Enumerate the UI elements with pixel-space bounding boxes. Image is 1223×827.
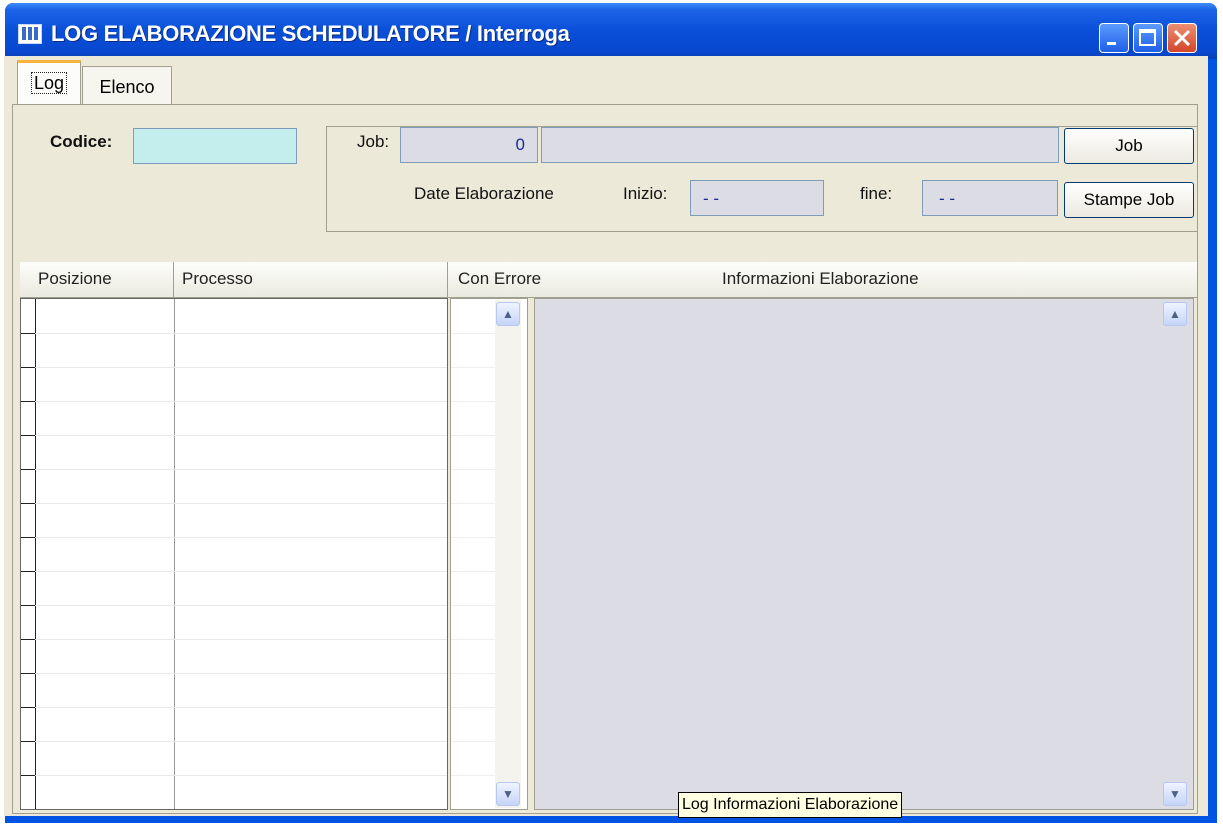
row-marker xyxy=(21,469,35,470)
error-row-line xyxy=(451,605,495,606)
column-header-processo[interactable]: Processo xyxy=(174,262,448,298)
row-marker xyxy=(21,401,35,402)
grid-row-line xyxy=(35,571,447,572)
informazioni-elaborazione-text[interactable] xyxy=(534,298,1194,810)
error-row-line xyxy=(451,333,495,334)
grid-row-line xyxy=(35,333,447,334)
codice-input[interactable] xyxy=(133,128,297,164)
tab-elenco-label: Elenco xyxy=(99,77,155,97)
minimize-button[interactable] xyxy=(1099,23,1129,53)
grid-row-line xyxy=(35,741,447,742)
error-row-line xyxy=(451,775,495,776)
row-marker xyxy=(21,503,35,504)
grid-row-line xyxy=(35,367,447,368)
process-grid[interactable] xyxy=(20,298,448,810)
row-marker xyxy=(21,333,35,334)
row-marker xyxy=(21,605,35,606)
inizio-date-field: - - xyxy=(690,180,824,216)
error-row-line xyxy=(451,707,495,708)
window-title: LOG ELABORAZIONE SCHEDULATORE / Interrog… xyxy=(51,21,570,46)
scroll-up-icon[interactable]: ▲ xyxy=(496,302,520,326)
scroll-down-icon[interactable]: ▼ xyxy=(496,782,520,806)
grid-row-line xyxy=(35,469,447,470)
grid-row-line xyxy=(35,537,447,538)
tooltip: Log Informazioni Elaborazione xyxy=(678,792,903,818)
error-row-line xyxy=(451,673,495,674)
maximize-button[interactable] xyxy=(1133,23,1163,53)
minimize-icon xyxy=(1107,42,1116,45)
row-marker xyxy=(21,707,35,708)
title-bar[interactable]: LOG ELABORAZIONE SCHEDULATORE / Interrog… xyxy=(5,3,1217,59)
close-button[interactable] xyxy=(1167,23,1197,53)
error-row-line xyxy=(451,469,495,470)
error-row-line xyxy=(451,571,495,572)
grid-row-line xyxy=(35,503,447,504)
maximize-icon xyxy=(1139,29,1156,46)
info-scrollbar[interactable]: ▲ ▼ xyxy=(1162,300,1188,808)
grid-row-line xyxy=(35,775,447,776)
row-marker xyxy=(21,367,35,368)
job-number-field: 0 xyxy=(400,127,538,163)
tab-log[interactable]: Log xyxy=(17,60,81,104)
grid-row-line xyxy=(35,639,447,640)
stampe-job-button-label: Stampe Job xyxy=(1083,190,1175,209)
grid-row-line xyxy=(35,401,447,402)
job-button-label: Job xyxy=(1115,136,1143,155)
error-row-line xyxy=(451,639,495,640)
row-marker xyxy=(21,435,35,436)
grid-row-line xyxy=(35,673,447,674)
info-scroll-up-icon[interactable]: ▲ xyxy=(1163,302,1187,326)
row-marker xyxy=(21,741,35,742)
row-marker xyxy=(21,775,35,776)
column-header-con-errore[interactable]: Con Errore xyxy=(448,262,608,298)
job-label: Job: xyxy=(357,132,390,151)
error-row-line xyxy=(451,537,495,538)
error-row-line xyxy=(451,503,495,504)
row-marker xyxy=(21,537,35,538)
job-description-field xyxy=(541,127,1059,163)
grid-row-line xyxy=(35,435,447,436)
codice-label: Codice: xyxy=(50,132,113,151)
fine-label: fine: xyxy=(860,184,893,203)
con-errore-scrollbar[interactable]: ▲ ▼ xyxy=(495,300,521,808)
info-scroll-down-icon[interactable]: ▼ xyxy=(1163,782,1187,806)
column-header-informazioni-elaborazione[interactable]: Informazioni Elaborazione xyxy=(608,262,1198,298)
row-marker xyxy=(21,571,35,572)
error-row-line xyxy=(451,435,495,436)
error-row-line xyxy=(451,401,495,402)
inizio-label: Inizio: xyxy=(623,184,668,203)
row-marker xyxy=(21,639,35,640)
stampe-job-button[interactable]: Stampe Job xyxy=(1064,182,1194,218)
job-button[interactable]: Job xyxy=(1064,128,1194,164)
column-header-posizione[interactable]: Posizione xyxy=(20,262,174,298)
date-elaborazione-label: Date Elaborazione xyxy=(414,184,554,203)
close-icon xyxy=(1173,29,1191,47)
tab-log-label: Log xyxy=(30,72,68,94)
error-row-line xyxy=(451,741,495,742)
grid-row-line xyxy=(35,605,447,606)
error-row-line xyxy=(451,367,495,368)
grid-row-line xyxy=(35,707,447,708)
tab-elenco[interactable]: Elenco xyxy=(82,66,172,106)
fine-date-field: - - xyxy=(922,180,1058,216)
app-icon xyxy=(18,24,42,44)
row-marker xyxy=(21,673,35,674)
